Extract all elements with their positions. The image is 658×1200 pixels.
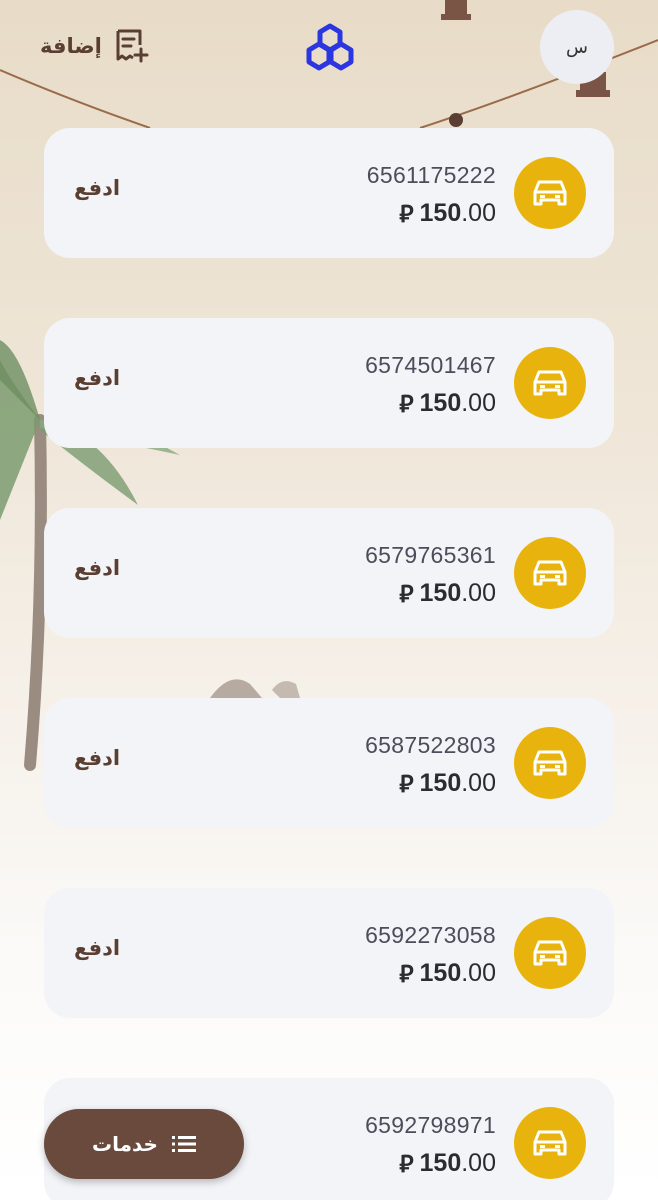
pay-button[interactable]: ادفع: [74, 936, 120, 960]
bill-amount: ⃁ 150.00: [399, 958, 496, 989]
bill-number: 6574501467: [365, 352, 496, 378]
riyal-currency-icon: ⃁: [399, 961, 414, 988]
amount-decimal: .00: [461, 769, 496, 797]
bill-number: 6592273058: [365, 922, 496, 948]
bill-amount: ⃁ 150.00: [399, 198, 496, 229]
add-button[interactable]: إضافة: [40, 26, 150, 66]
services-button[interactable]: خدمات: [44, 1109, 244, 1179]
bill-card[interactable]: 6587522803 ⃁ 150.00 ادفع: [44, 698, 614, 828]
car-icon: [514, 917, 586, 989]
bill-card[interactable]: 6561175222 ⃁ 150.00 ادفع: [44, 128, 614, 258]
amount-decimal: .00: [461, 199, 496, 227]
add-bill-icon: [110, 26, 150, 66]
bill-amount: ⃁ 150.00: [399, 388, 496, 419]
bill-card[interactable]: 6592273058 ⃁ 150.00 ادفع: [44, 888, 614, 1018]
amount-integer: 150: [419, 1149, 462, 1177]
avatar[interactable]: س: [540, 10, 614, 84]
add-label: إضافة: [40, 34, 102, 58]
riyal-currency-icon: ⃁: [399, 391, 414, 418]
amount-integer: 150: [419, 389, 462, 417]
bill-number: 6592798971: [365, 1112, 496, 1138]
pay-button[interactable]: ادفع: [74, 556, 120, 580]
amount-decimal: .00: [461, 1149, 496, 1177]
bill-number: 6579765361: [365, 542, 496, 568]
pay-button[interactable]: ادفع: [74, 176, 120, 200]
bill-card[interactable]: 6579765361 ⃁ 150.00 ادفع: [44, 508, 614, 638]
bill-number: 6587522803: [365, 732, 496, 758]
bill-amount: ⃁ 150.00: [399, 578, 496, 609]
riyal-currency-icon: ⃁: [399, 201, 414, 228]
bill-amount: ⃁ 150.00: [399, 768, 496, 799]
app-header: إضافة س: [0, 0, 658, 100]
riyal-currency-icon: ⃁: [399, 771, 414, 798]
amount-integer: 150: [419, 579, 462, 607]
bill-card[interactable]: 6574501467 ⃁ 150.00 ادفع: [44, 318, 614, 448]
pay-button[interactable]: ادفع: [74, 746, 120, 770]
car-icon: [514, 347, 586, 419]
amount-decimal: .00: [461, 579, 496, 607]
bank-logo-icon: [302, 22, 358, 72]
amount-integer: 150: [419, 769, 462, 797]
amount-decimal: .00: [461, 389, 496, 417]
services-label: خدمات: [92, 1132, 158, 1156]
bill-amount: ⃁ 150.00: [399, 1148, 496, 1179]
amount-integer: 150: [419, 959, 462, 987]
menu-list-icon: [171, 1134, 196, 1154]
riyal-currency-icon: ⃁: [399, 581, 414, 608]
pay-button[interactable]: ادفع: [74, 366, 120, 390]
riyal-currency-icon: ⃁: [399, 1151, 414, 1178]
amount-integer: 150: [419, 199, 462, 227]
car-icon: [514, 1107, 586, 1179]
bill-number: 6561175222: [366, 162, 496, 188]
amount-decimal: .00: [461, 959, 496, 987]
car-icon: [514, 727, 586, 799]
car-icon: [514, 157, 586, 229]
car-icon: [514, 537, 586, 609]
